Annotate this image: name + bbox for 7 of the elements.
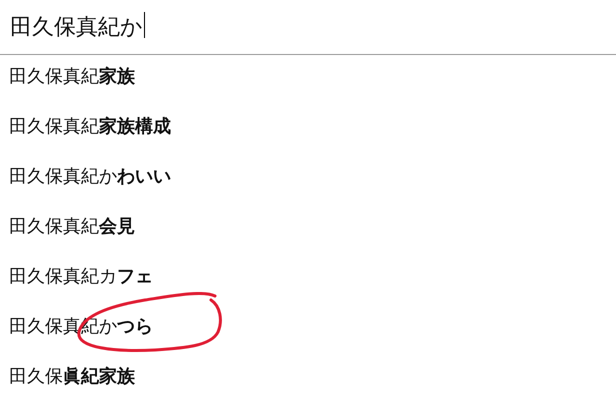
suggestion-item[interactable]: 田久保真紀会見 [0, 214, 616, 264]
search-field[interactable]: 田久保真紀か [0, 0, 616, 55]
suggestion-item[interactable]: 田久保眞紀家族 [0, 364, 616, 412]
suggestion-item[interactable]: 田久保真紀カフェ [0, 264, 616, 314]
suggestion-item[interactable]: 田久保真紀家族 [0, 64, 616, 114]
suggestion-item[interactable]: 田久保真紀かわいい [0, 164, 616, 214]
suggestion-item[interactable]: 田久保真紀家族構成 [0, 114, 616, 164]
